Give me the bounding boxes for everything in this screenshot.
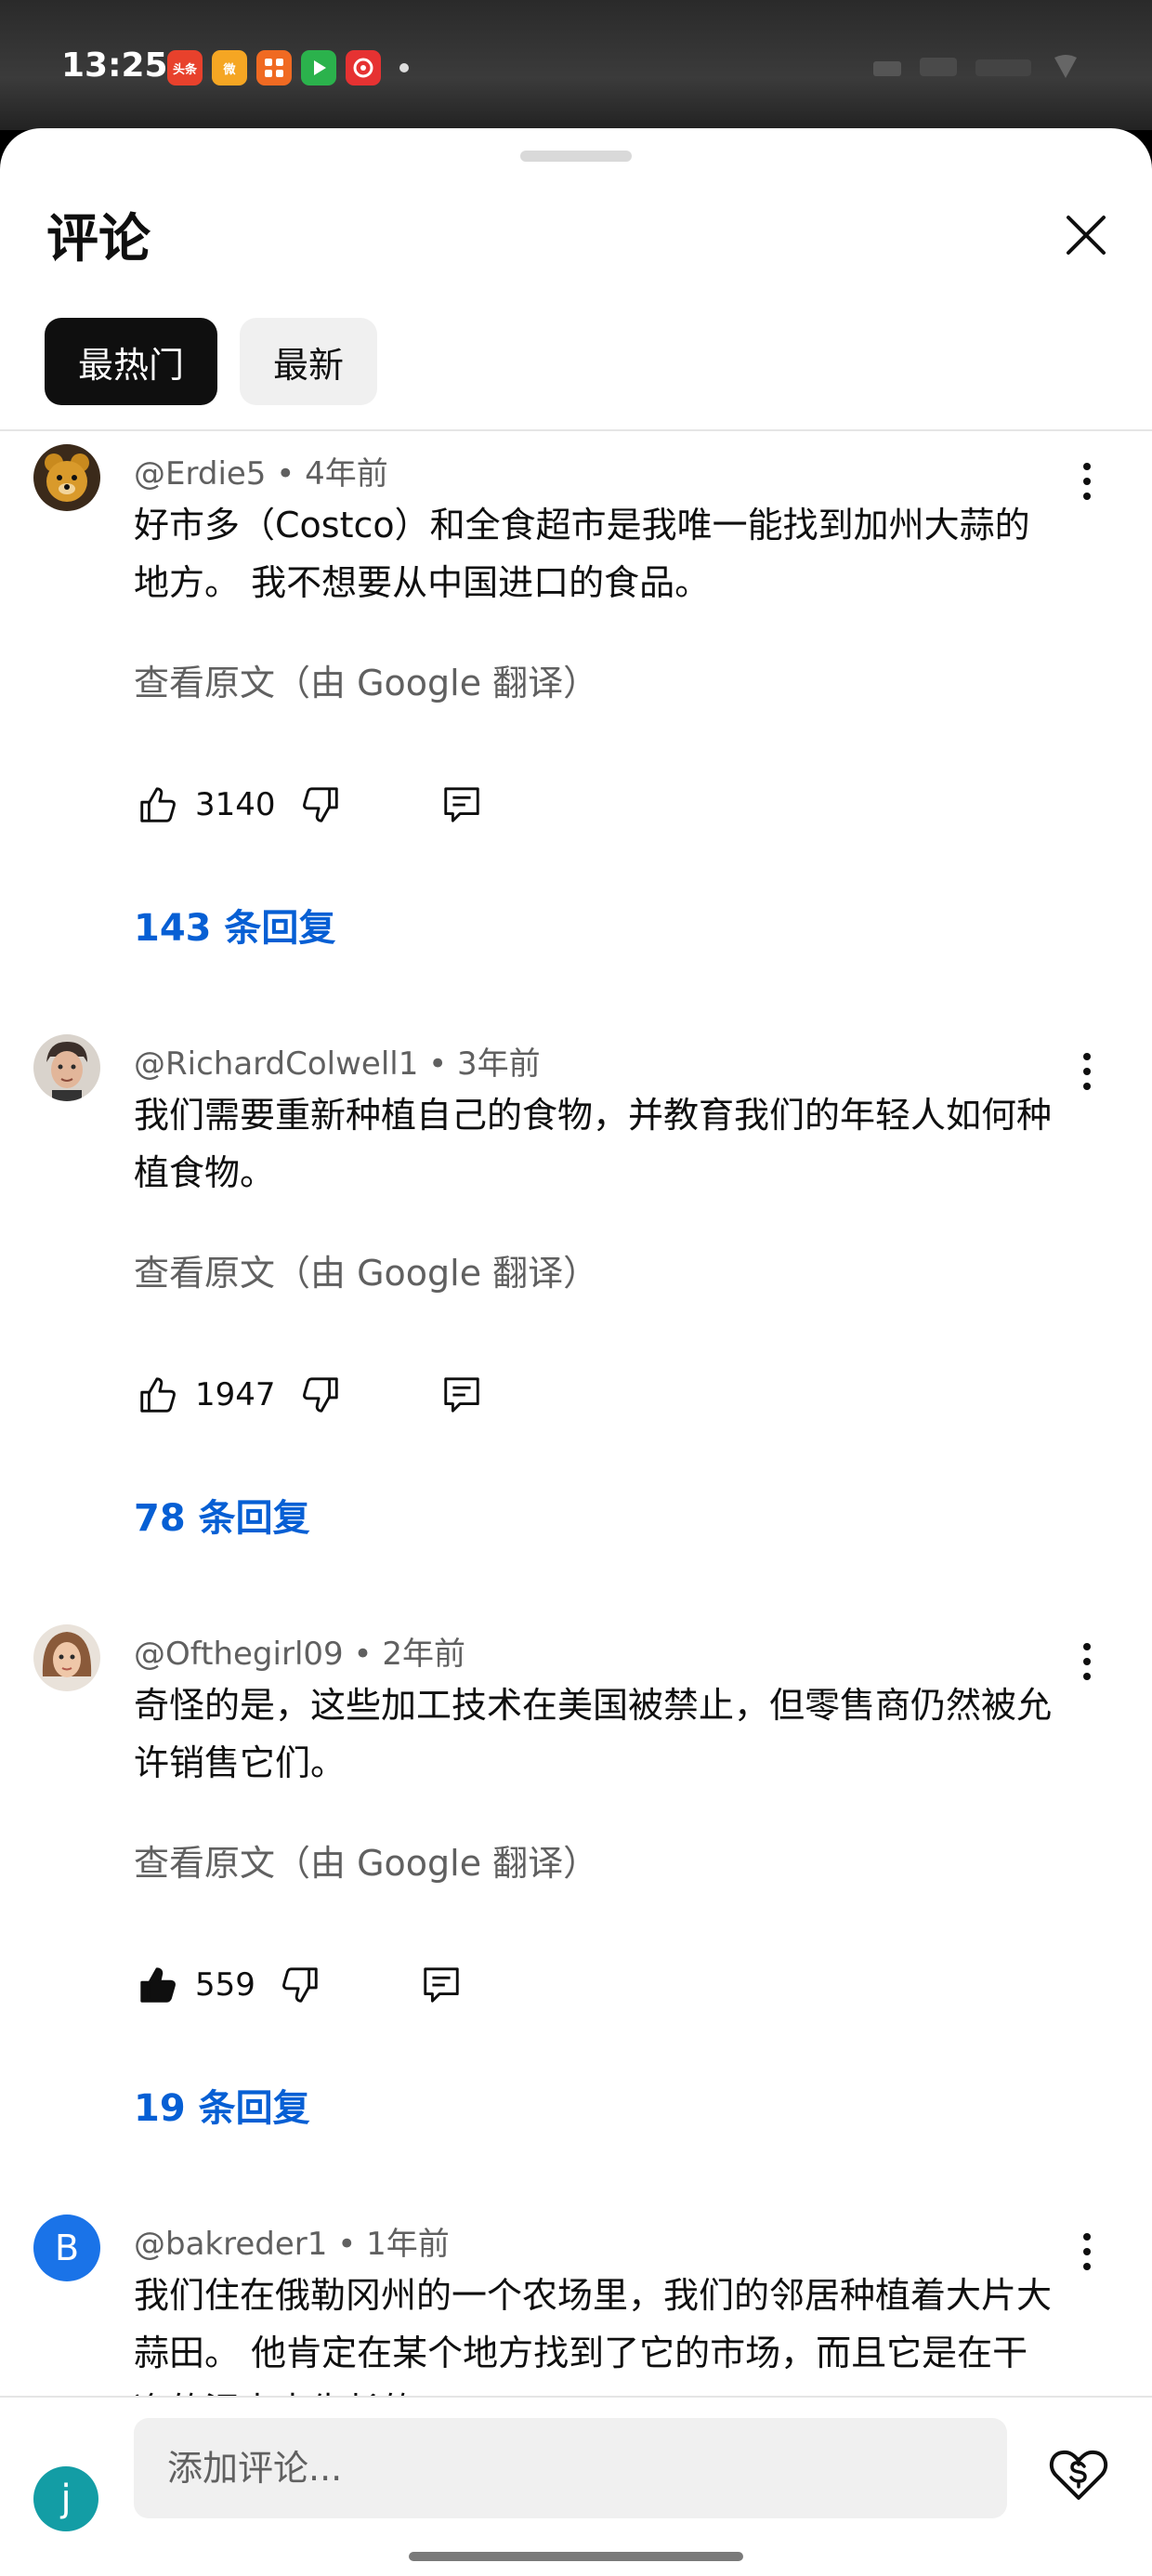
reply-icon	[424, 1967, 459, 2003]
my-avatar-letter: j	[60, 2477, 72, 2520]
comment-meta: @Ofthegirl09 • 2年前	[134, 1636, 465, 1673]
view-replies-link[interactable]: 19 条回复	[134, 2078, 310, 2132]
like-button[interactable]	[134, 781, 182, 829]
comment-text: 好市多（Costco）和全食超市是我唯一能找到加州大蒜的地方。 我不想要从中国进…	[134, 505, 1030, 603]
add-comment-input[interactable]	[134, 2418, 1007, 2518]
see-original-link[interactable]: 查看原文（由 Google 翻译）	[134, 1244, 598, 1295]
thumbs-down-icon	[281, 1967, 318, 2003]
reply-button[interactable]	[417, 1961, 465, 2009]
home-indicator	[409, 2552, 743, 2561]
comment-author[interactable]: @bakreder1	[134, 2226, 327, 2263]
sheet-title: 评论	[46, 209, 151, 269]
weibo-app-icon: 微	[212, 50, 247, 85]
comment-composer: j	[0, 2396, 1152, 2576]
thumbs-up-icon	[140, 1377, 176, 1413]
comment-author[interactable]: @Ofthegirl09	[134, 1636, 344, 1673]
status-system-icons	[864, 48, 1096, 93]
like-button[interactable]	[134, 1961, 182, 2009]
thumbs-down-icon	[302, 787, 338, 822]
avatar[interactable]	[33, 444, 100, 511]
see-original-link[interactable]: 查看原文（由 Google 翻译）	[134, 654, 598, 705]
avatar-letter: B	[54, 2228, 80, 2268]
reply-button[interactable]	[438, 1371, 486, 1419]
more-options-button[interactable]	[1068, 1053, 1106, 1099]
more-options-button[interactable]	[1068, 1643, 1106, 1689]
view-replies-link[interactable]: 78 条回复	[134, 1488, 310, 1542]
sort-tabs: 最热门 最新	[45, 318, 378, 405]
close-icon	[1067, 216, 1106, 255]
reply-button[interactable]	[438, 781, 486, 829]
app3-icon	[256, 50, 292, 85]
more-options-button[interactable]	[1068, 2233, 1106, 2280]
like-count: 3140	[195, 786, 276, 823]
notification-icons: 头条 微	[167, 50, 409, 85]
comment-time: 2年前	[382, 1636, 465, 1673]
music-app-icon	[346, 50, 381, 85]
comment-actions: 1947	[134, 1367, 486, 1423]
avatar[interactable]	[33, 1034, 100, 1101]
comment-list: @Erdie5 • 4年前 好市多（Costco）和全食超市是我唯一能找到加州大…	[0, 431, 1152, 2524]
more-notifications-dot	[399, 63, 409, 72]
status-time: 13:25	[61, 46, 168, 85]
close-button[interactable]	[1055, 204, 1117, 266]
dislike-button[interactable]	[296, 1371, 345, 1419]
avatar[interactable]: B	[33, 2215, 100, 2281]
comment-time: 3年前	[457, 1045, 541, 1083]
avatar[interactable]	[33, 1624, 100, 1691]
thumbs-up-icon	[140, 787, 176, 822]
heart-dollar-icon	[1049, 2450, 1108, 2500]
comment-time: 4年前	[305, 455, 388, 493]
thumbs-up-filled-icon	[140, 1967, 176, 2003]
dislike-button[interactable]	[296, 781, 345, 829]
view-replies-link[interactable]: 143 条回复	[134, 898, 335, 952]
toutiao-app-icon: 头条	[167, 50, 203, 85]
dislike-button[interactable]	[276, 1961, 324, 2009]
status-bar: 13:25 头条 微	[0, 0, 1152, 130]
see-original-link[interactable]: 查看原文（由 Google 翻译）	[134, 1834, 598, 1886]
comment-actions: 559	[134, 1957, 465, 2013]
comment-meta: @RichardColwell1 • 3年前	[134, 1045, 541, 1083]
user-photo-icon	[33, 1624, 100, 1691]
user-photo-icon	[33, 1034, 100, 1101]
tab-newest[interactable]: 最新	[240, 318, 378, 405]
video-app-icon	[301, 50, 336, 85]
comment-author[interactable]: @Erdie5	[134, 455, 266, 493]
comment-text: 奇怪的是，这些加工技术在美国被禁止，但零售商仍然被允许销售它们。	[134, 1685, 1053, 1783]
reply-icon	[443, 1377, 479, 1413]
like-button[interactable]	[134, 1371, 182, 1419]
reply-icon	[443, 787, 479, 822]
comment-actions: 3140	[134, 777, 486, 833]
more-options-button[interactable]	[1068, 463, 1106, 509]
drag-handle[interactable]	[520, 151, 632, 162]
comment-text: 我们需要重新种植自己的食物，并教育我们的年轻人如何种植食物。	[134, 1095, 1053, 1193]
bear-avatar-icon	[33, 444, 100, 511]
comment-meta: @Erdie5 • 4年前	[134, 455, 388, 493]
my-avatar[interactable]: j	[33, 2466, 98, 2531]
comment-meta: @bakreder1 • 1年前	[134, 2226, 450, 2263]
comment-author[interactable]: @RichardColwell1	[134, 1045, 418, 1083]
tab-top[interactable]: 最热门	[45, 318, 218, 405]
thumbs-down-icon	[302, 1377, 338, 1413]
like-count: 559	[195, 1966, 255, 2004]
comments-sheet: 评论 最热门 最新 @Erdie5 • 4年前 好市多（Costco）和全食超市…	[0, 128, 1152, 2576]
super-thanks-button[interactable]	[1046, 2442, 1111, 2507]
like-count: 1947	[195, 1376, 276, 1413]
comment-time: 1年前	[366, 2226, 450, 2263]
